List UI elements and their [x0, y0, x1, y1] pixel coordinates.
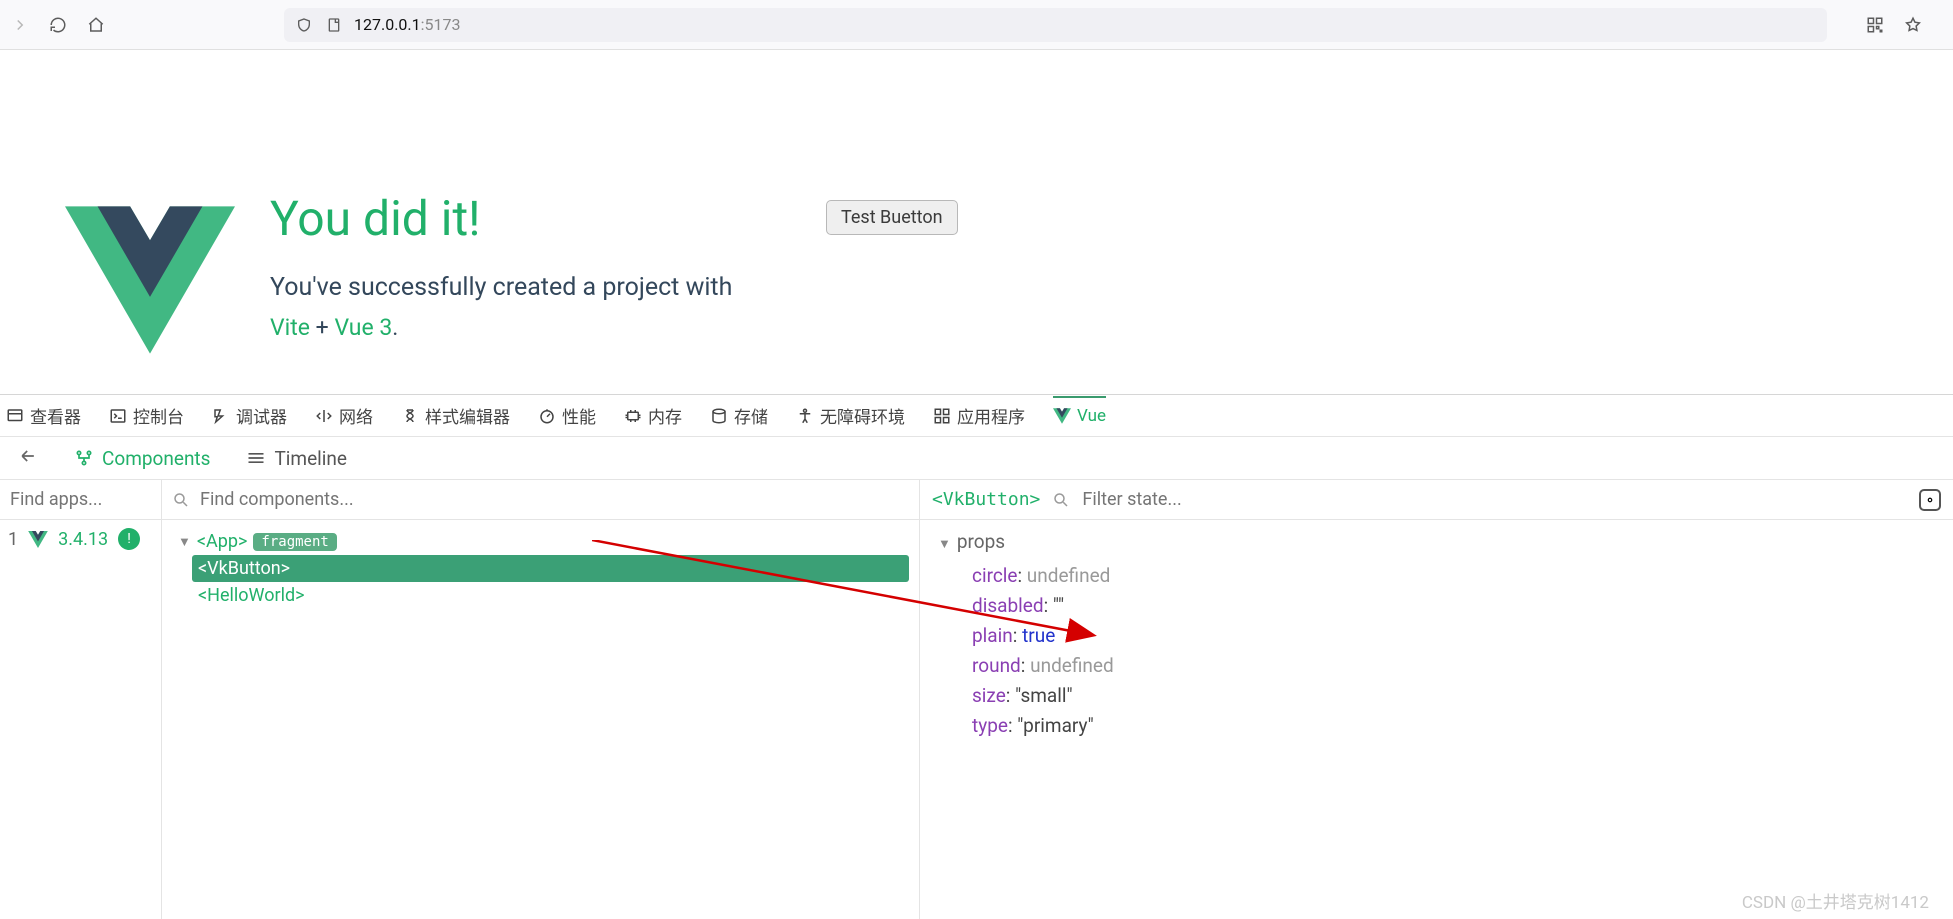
tab-perf[interactable]: 性能 [538, 395, 596, 436]
warn-badge-icon: ! [118, 528, 140, 550]
shield-icon[interactable] [294, 15, 314, 35]
address-bar[interactable]: 127.0.0.1:5173 [284, 8, 1827, 42]
inspect-icon[interactable] [1919, 489, 1941, 511]
back-arrow-icon[interactable] [18, 446, 38, 471]
page-title: You did it! [270, 190, 732, 247]
hero-text: You did it! You've successfully created … [270, 190, 732, 394]
tab-inspector[interactable]: 查看器 [6, 395, 81, 436]
tab-memory[interactable]: 内存 [624, 395, 682, 436]
selected-component-name: <VkButton> [932, 489, 1040, 510]
state-body: ▼props circle: undefineddisabled: ""plai… [920, 520, 1953, 751]
vue-logo-icon [60, 190, 240, 370]
tab-apps[interactable]: 应用程序 [933, 395, 1025, 436]
find-components-input[interactable] [200, 489, 909, 510]
subtab-components[interactable]: Components [74, 447, 210, 470]
links-row: Vite + Vue 3. [270, 314, 732, 341]
devtools-panels: 1 3.4.13 ! ▼ <App> fragment <VkButton> <… [0, 480, 1953, 919]
prop-row[interactable]: circle: undefined [972, 561, 1935, 591]
prop-row[interactable]: disabled: "" [972, 591, 1935, 621]
browser-toolbar: 127.0.0.1:5173 [0, 0, 1953, 50]
tree-node-app[interactable]: ▼ <App> fragment [172, 528, 909, 555]
filter-state-input[interactable] [1082, 489, 1907, 510]
qr-icon[interactable] [1865, 15, 1885, 35]
search-icon [1052, 491, 1070, 509]
forward-icon [10, 15, 30, 35]
toolbar-right [1865, 15, 1923, 35]
vite-link[interactable]: Vite [270, 314, 310, 341]
tab-console[interactable]: 控制台 [109, 395, 184, 436]
apps-panel: 1 3.4.13 ! [0, 480, 162, 919]
caret-down-icon: ▼ [938, 537, 951, 552]
caret-down-icon[interactable]: ▼ [178, 534, 191, 550]
page-icon [324, 15, 344, 35]
find-apps-row [0, 480, 161, 520]
vue-subtabs: Components Timeline [0, 436, 1953, 480]
url-text: 127.0.0.1:5173 [354, 15, 460, 34]
tab-debugger[interactable]: 调试器 [212, 395, 287, 436]
tab-storage[interactable]: 存储 [710, 395, 768, 436]
star-icon[interactable] [1903, 15, 1923, 35]
tab-style[interactable]: 样式编辑器 [401, 395, 510, 436]
tree-node-vkbutton[interactable]: <VkButton> [192, 555, 909, 582]
state-header: <VkButton> [920, 480, 1953, 520]
tab-network[interactable]: 网络 [315, 395, 373, 436]
page-subline: You've successfully created a project wi… [270, 273, 732, 302]
props-section-header[interactable]: ▼props [938, 530, 1935, 553]
devtools-tabs: 查看器 控制台 调试器 网络 样式编辑器 性能 内存 存储 无障碍环境 应用程序… [0, 394, 1953, 436]
prop-row[interactable]: size: "small" [972, 681, 1935, 711]
app-index: 1 [8, 529, 18, 550]
find-components-row [162, 480, 919, 520]
props-list: circle: undefineddisabled: ""plain: true… [972, 561, 1935, 741]
prop-row[interactable]: type: "primary" [972, 711, 1935, 741]
test-button[interactable]: Test Buetton [826, 200, 958, 235]
page-viewport: You did it! You've successfully created … [0, 50, 1953, 394]
tab-vue[interactable]: Vue [1053, 396, 1106, 434]
search-icon [172, 491, 190, 509]
component-tree: ▼ <App> fragment <VkButton> <HelloWorld> [162, 520, 919, 617]
tree-node-helloworld[interactable]: <HelloWorld> [192, 582, 909, 609]
subtab-timeline[interactable]: Timeline [246, 447, 347, 470]
vue-mini-icon [28, 531, 48, 548]
prop-row[interactable]: round: undefined [972, 651, 1935, 681]
fragment-badge: fragment [253, 533, 336, 551]
component-tree-panel: ▼ <App> fragment <VkButton> <HelloWorld> [162, 480, 920, 919]
state-panel: <VkButton> ▼props circle: undefineddisab… [920, 480, 1953, 919]
reload-icon[interactable] [48, 15, 68, 35]
watermark: CSDN @土井塔克树1412 [1742, 888, 1929, 913]
home-icon[interactable] [86, 15, 106, 35]
tab-a11y[interactable]: 无障碍环境 [796, 395, 905, 436]
vue3-link[interactable]: Vue 3 [334, 314, 392, 341]
vue-version: 3.4.13 [58, 529, 108, 550]
app-row[interactable]: 1 3.4.13 ! [0, 520, 161, 558]
prop-row[interactable]: plain: true [972, 621, 1935, 651]
